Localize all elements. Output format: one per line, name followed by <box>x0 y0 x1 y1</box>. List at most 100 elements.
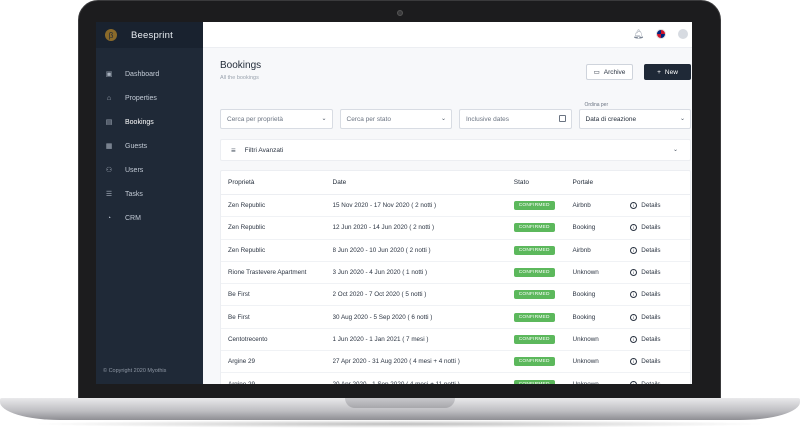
details-link[interactable]: iDetails <box>630 202 690 210</box>
header-portal[interactable]: Portale <box>573 179 631 186</box>
details-link[interactable]: iDetails <box>630 291 690 299</box>
cell-status: CONFIRMED <box>513 379 573 384</box>
crm-icon: ◔ <box>106 214 112 222</box>
cell-property: Be First <box>228 313 250 321</box>
laptop-camera <box>397 10 403 16</box>
sidebar-item-guests[interactable]: ▦ Guests <box>96 134 203 158</box>
status-badge: CONFIRMED <box>513 379 555 384</box>
avatar[interactable] <box>678 29 688 39</box>
order-by-select[interactable]: Ordina per Data di creazione ⌄ <box>578 102 691 129</box>
filter-icon: ≡ <box>231 145 236 155</box>
cell-property: Be First <box>228 291 250 299</box>
details-link[interactable]: iDetails <box>630 313 690 321</box>
advanced-filters-toggle[interactable]: ≡ Filtri Avanzati ⌄ <box>220 139 691 161</box>
status-badge: CONFIRMED <box>513 290 555 300</box>
details-label: Details <box>641 358 661 366</box>
table-row[interactable]: Rione Trastevere Apartment 3 Jun 2020 - 4… <box>221 262 690 285</box>
table-row[interactable]: Be First 30 Aug 2020 - 5 Sep 2020 ( 6 not… <box>221 306 690 329</box>
date-range-input[interactable]: Inclusive dates <box>459 109 572 129</box>
sidebar-item-properties[interactable]: ⌂ Properties <box>96 86 203 110</box>
cell-date: 27 Apr 2020 - 31 Aug 2020 ( 4 mesi + 4 n… <box>332 358 460 366</box>
order-by-label: Ordina per <box>584 102 609 108</box>
sidebar-item-users[interactable]: ⚇ Users <box>96 158 203 182</box>
info-icon: i <box>630 335 638 343</box>
details-link[interactable]: iDetails <box>630 380 690 384</box>
sidebar-item-label: Tasks <box>125 190 143 198</box>
uk-flag-icon[interactable] <box>656 29 666 39</box>
sidebar-item-label: Guests <box>125 142 148 150</box>
details-link[interactable]: iDetails <box>630 358 690 366</box>
cell-status: CONFIRMED <box>513 334 573 344</box>
users-icon: ⚇ <box>105 167 113 174</box>
bell-icon[interactable]: 🔔︎ <box>633 29 644 40</box>
table-row[interactable]: Zen Republic 8 Jun 2020 - 10 Jun 2020 ( 2… <box>221 240 690 262</box>
main-content: 🔔︎ Bookings All the bookings ▭ Archive +… <box>203 22 692 384</box>
sidebar-item-label: CRM <box>125 214 141 222</box>
table-row[interactable]: Zen Republic 12 Jun 2020 - 14 Jun 2020 ( … <box>221 217 690 240</box>
info-icon: i <box>630 224 638 232</box>
cell-portal: Airbnb <box>572 202 591 210</box>
chevron-down-icon: ⌄ <box>672 147 678 153</box>
archive-button[interactable]: ▭ Archive <box>586 64 633 80</box>
cell-status: CONFIRMED <box>513 245 573 255</box>
date-range-placeholder: Inclusive dates <box>466 115 509 123</box>
dashboard-icon: ▣ <box>105 71 113 78</box>
topbar: 🔔︎ <box>203 22 692 48</box>
sidebar-item-crm[interactable]: ◔ CRM <box>96 206 203 230</box>
cell-portal: Unknown <box>572 335 599 343</box>
table-row[interactable]: Centotrecento 1 Jun 2020 - 1 Jan 2021 ( 7… <box>221 329 690 352</box>
laptop-notch <box>345 398 455 408</box>
cell-property: Zen Republic <box>228 246 266 254</box>
calendar-icon <box>558 115 566 122</box>
new-label: New <box>664 68 678 76</box>
status-badge: CONFIRMED <box>513 334 555 344</box>
page-header: Bookings All the bookings <box>220 60 261 81</box>
sidebar: β Beesprint ▣ Dashboard ⌂ Properties ▤ Bookin… <box>96 22 203 384</box>
advanced-filters-label: Filtri Avanzati <box>244 146 284 154</box>
header-property[interactable]: Proprietà <box>221 179 333 186</box>
details-link[interactable]: iDetails <box>630 246 690 254</box>
chevron-down-icon: ⌄ <box>440 116 446 122</box>
cell-portal: Booking <box>572 291 596 299</box>
cell-portal: Booking <box>572 313 596 321</box>
table-row[interactable]: Zen Republic 15 Nov 2020 - 17 Nov 2020 ( … <box>221 195 690 218</box>
page-subtitle: All the bookings <box>220 75 259 81</box>
cell-status: CONFIRMED <box>513 268 573 278</box>
details-link[interactable]: iDetails <box>630 335 690 343</box>
status-badge: CONFIRMED <box>513 223 555 233</box>
brand[interactable]: β Beesprint <box>96 22 203 48</box>
cell-status: CONFIRMED <box>513 312 573 322</box>
cell-status: CONFIRMED <box>513 201 573 211</box>
status-badge: CONFIRMED <box>513 357 555 367</box>
info-icon: i <box>630 202 638 210</box>
status-badge: CONFIRMED <box>513 312 555 322</box>
cell-property: Zen Republic <box>228 202 266 210</box>
chevron-down-icon: ⌄ <box>679 116 685 122</box>
table-row[interactable]: Argine 2920 Apr 2020 - 1 Sep 2020 ( 4 me… <box>221 373 690 384</box>
property-filter-select[interactable]: Cerca per proprietà ⌄ <box>220 109 333 129</box>
app-screen: β Beesprint ▣ Dashboard ⌂ Properties ▤ Bookin… <box>96 22 692 384</box>
details-link[interactable]: iDetails <box>630 269 690 277</box>
header-status[interactable]: Stato <box>514 179 573 186</box>
table-row[interactable]: Argine 29 27 Apr 2020 - 31 Aug 2020 ( 4 m… <box>221 351 690 374</box>
details-link[interactable]: iDetails <box>630 224 690 232</box>
details-label: Details <box>641 202 661 210</box>
cell-date: 8 Jun 2020 - 10 Jun 2020 ( 2 notti ) <box>332 246 431 254</box>
cell-portal: Unknown <box>572 269 599 277</box>
sidebar-item-dashboard[interactable]: ▣ Dashboard <box>96 62 203 86</box>
sidebar-item-bookings[interactable]: ▤ Bookings <box>96 110 203 134</box>
property-filter-placeholder: Cerca per proprietà <box>227 115 283 123</box>
cell-status: CONFIRMED <box>513 223 573 233</box>
sidebar-item-tasks[interactable]: ☰ Tasks <box>96 182 203 206</box>
id-card-icon: ▦ <box>105 143 113 150</box>
header-date[interactable]: Date <box>333 179 514 186</box>
status-filter-select[interactable]: Cerca per stato ⌄ <box>339 109 452 129</box>
sidebar-item-label: Bookings <box>125 118 154 126</box>
new-button[interactable]: + New <box>644 64 691 80</box>
info-icon: i <box>630 269 638 277</box>
clipboard-icon: ☰ <box>105 191 113 198</box>
cell-portal: Unknown <box>572 358 599 366</box>
cell-portal: Airbnb <box>572 246 591 254</box>
order-by-value: Data di creazione <box>585 115 637 123</box>
table-row[interactable]: Be First 2 Oct 2020 - 7 Oct 2020 ( 5 nott… <box>221 284 690 307</box>
